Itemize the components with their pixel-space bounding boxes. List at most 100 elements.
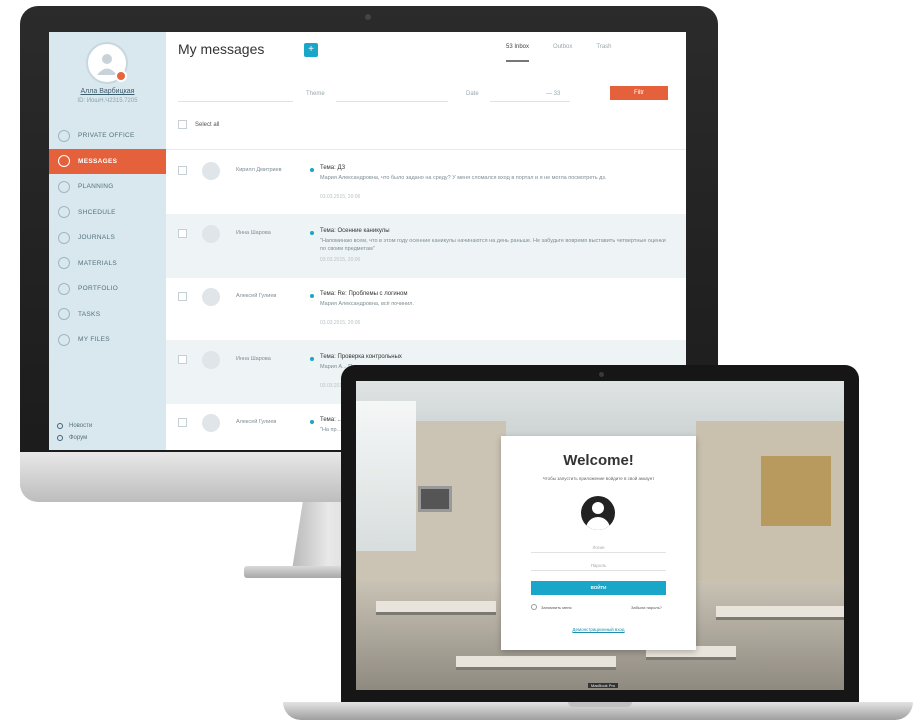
private-office-icon (58, 129, 70, 142)
sidebar-item-tasks[interactable]: TASKS (49, 302, 166, 328)
message-sender: Кирилл Дмитриев (236, 167, 282, 173)
message-subject: Тема: Проверка контрольных (320, 354, 402, 360)
message-checkbox[interactable] (178, 355, 187, 364)
avatar-edit-badge[interactable] (115, 70, 127, 82)
sidebar-item-label: SHCEDULE (78, 208, 116, 216)
password-field[interactable]: Пароль (531, 560, 666, 571)
sender-avatar (202, 162, 220, 180)
user-name[interactable]: Алла Варбицкая (49, 88, 166, 95)
remember-label: Запомнить меня (541, 604, 572, 610)
message-sender: Алексей Гулиев (236, 419, 277, 425)
background-desk (376, 601, 496, 615)
materials-icon (58, 257, 70, 270)
sender-avatar (202, 288, 220, 306)
background-desk (456, 656, 616, 670)
date-label: Date (466, 91, 479, 97)
sender-select[interactable] (178, 86, 293, 102)
welcome-title: Welcome! (563, 452, 634, 469)
message-sender: Инна Шарова (236, 230, 271, 236)
unread-dot (310, 357, 314, 361)
message-date: 03.03.2015, 20:06 (320, 320, 361, 326)
background-desk (716, 606, 844, 620)
remember-me[interactable]: Запомнить меня (531, 604, 572, 610)
background-board (761, 456, 831, 526)
message-row[interactable]: Кирилл Дмитриев Тема: ДЗ Мария Александр… (166, 152, 686, 215)
filter-bar: Theme Date — 33 Filtr (178, 86, 674, 104)
select-all-checkbox[interactable] (178, 120, 187, 129)
sidebar-item-portfolio[interactable]: PORTFOLIO (49, 276, 166, 302)
sidebar-item-label: PORTFOLIO (78, 285, 119, 293)
sidebar-item-journals[interactable]: JOURNALS (49, 225, 166, 251)
laptop-camera (599, 372, 604, 377)
select-all[interactable]: Select all (178, 120, 219, 129)
devices-mockup: Алла Варбицкая ID: ИошН.Ч2315.7205 PRIVA… (0, 0, 924, 728)
sidebar-item-my-files[interactable]: MY FILES (49, 327, 166, 353)
sidebar-menu: PRIVATE OFFICE MESSAGES PLANNING SHCEDUL… (49, 123, 166, 353)
message-subject: Тема: ДЗ (320, 165, 346, 171)
unread-dot (310, 420, 314, 424)
divider (166, 149, 686, 150)
sidebar-item-label: PLANNING (78, 183, 114, 191)
date-range-separator: — 33 (546, 91, 561, 97)
planning-icon (58, 180, 70, 193)
user-icon-body (586, 517, 610, 530)
sidebar-item-planning[interactable]: PLANNING (49, 174, 166, 200)
message-checkbox[interactable] (178, 166, 187, 175)
message-preview: Мария Александровна, всё починил. (320, 301, 414, 307)
sidebar-item-materials[interactable]: MATERIALS (49, 251, 166, 277)
unread-dot (310, 294, 314, 298)
sidebar-item-messages[interactable]: MESSAGES (49, 148, 166, 174)
news-link[interactable]: Новости (57, 420, 92, 432)
sidebar-item-label: PRIVATE OFFICE (78, 132, 135, 140)
sidebar-item-label: MY FILES (78, 336, 110, 344)
sidebar-item-label: TASKS (78, 310, 101, 318)
message-preview: Мария Александровна, что было задано на … (320, 175, 607, 181)
unread-dot (310, 231, 314, 235)
sidebar-item-private-office[interactable]: PRIVATE OFFICE (49, 123, 166, 149)
news-label: Новости (69, 423, 93, 429)
message-row[interactable]: Инна Шарова Тема: Осенние каникулы "Напо… (166, 215, 686, 278)
message-checkbox[interactable] (178, 229, 187, 238)
tab-inbox[interactable]: 53 Inbox (506, 44, 530, 62)
laptop-screen: Welcome! Чтобы запустить приложение войд… (356, 381, 844, 690)
message-date: 03.03.2015, 20:06 (320, 257, 361, 263)
portfolio-icon (58, 282, 70, 295)
journals-icon (58, 231, 70, 244)
message-date: 03.03.2015, 20:06 (320, 194, 361, 200)
message-subject: Тема: Re: Проблемы с логином (320, 291, 408, 297)
login-field[interactable]: Логин (531, 542, 666, 553)
user-icon-head (592, 502, 604, 514)
select-all-label: Select all (195, 121, 220, 128)
sidebar-item-schedule[interactable]: SHCEDULE (49, 200, 166, 226)
filter-button[interactable]: Filtr (610, 86, 668, 100)
tab-outbox[interactable]: Outbox (553, 44, 572, 62)
message-row[interactable]: Алексей Гулиев Тема: Re: Проблемы с логи… (166, 278, 686, 341)
laptop-notch (568, 702, 632, 707)
sender-avatar (202, 225, 220, 243)
tab-trash[interactable]: Trash (596, 44, 611, 62)
login-card: Welcome! Чтобы запустить приложение войд… (501, 436, 696, 650)
theme-input[interactable] (336, 86, 448, 102)
sidebar-item-label: MESSAGES (78, 157, 118, 165)
new-message-button[interactable]: + (304, 43, 318, 57)
forgot-password-link[interactable]: Забыли пароль? (631, 605, 662, 610)
message-preview: "Напоминаю всем, что в этом году осенние… (320, 238, 666, 252)
message-checkbox[interactable] (178, 292, 187, 301)
user-icon (581, 496, 615, 530)
message-subject: Тема: Осенние каникулы (320, 228, 390, 234)
forum-link[interactable]: Форум (57, 432, 92, 444)
message-checkbox[interactable] (178, 418, 187, 427)
remember-radio[interactable] (531, 604, 537, 610)
laptop-label: MacBook Pro (588, 683, 619, 688)
background-window (356, 401, 416, 551)
news-icon (57, 423, 63, 429)
sidebar-item-label: MATERIALS (78, 259, 118, 267)
forum-label: Форум (69, 435, 88, 441)
files-icon (58, 333, 70, 346)
message-subject: Тема: ... (320, 417, 343, 423)
forum-icon (57, 435, 63, 441)
sidebar: Алла Варбицкая ID: ИошН.Ч2315.7205 PRIVA… (49, 32, 166, 450)
sender-avatar (202, 414, 220, 432)
demo-login-link[interactable]: Демонстрационный вход (501, 627, 696, 632)
login-button[interactable]: ВОЙТИ (531, 581, 666, 595)
